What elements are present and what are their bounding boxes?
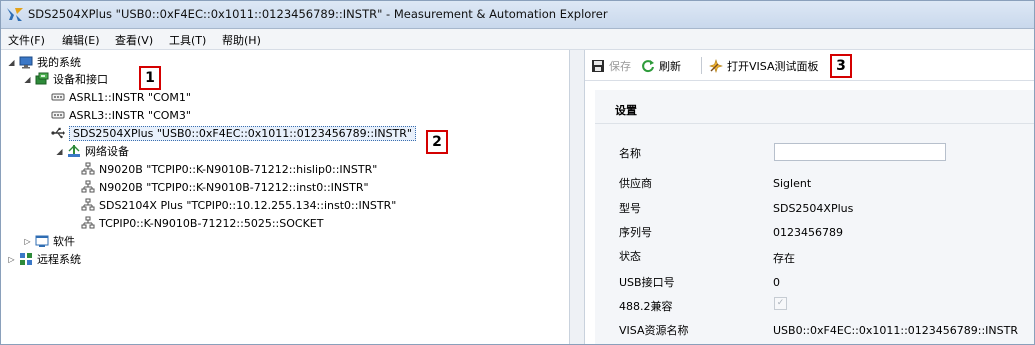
tree-label: 我的系统 bbox=[37, 56, 81, 69]
compliant-label: 488.2兼容 bbox=[619, 300, 673, 313]
title-bar: SDS2504XPlus "USB0::0xF4EC::0x1011::0123… bbox=[1, 1, 1034, 29]
tree-item-network-device[interactable]: SDS2104X Plus "TCPIP0::10.12.255.134::in… bbox=[81, 197, 396, 213]
usb-interface-label: USB接口号 bbox=[619, 276, 675, 289]
serial-value: 0123456789 bbox=[773, 226, 843, 239]
details-pane: 保存 刷新 打开VISA测试面板 3 设置 名称 供应商 Siglent 型号 … bbox=[585, 50, 1034, 344]
collapse-triangle-icon[interactable]: ◢ bbox=[23, 71, 32, 87]
config-tree: ◢ 我的系统 ◢ 设备和接口 ASRL1::INSTR "COM1" ASRL3… bbox=[1, 50, 570, 344]
remote-systems-icon bbox=[19, 252, 33, 266]
toolbar-separator bbox=[701, 57, 702, 74]
vendor-value: Siglent bbox=[773, 177, 812, 190]
tree-label: 设备和接口 bbox=[53, 73, 108, 86]
tree-item-my-system[interactable]: ◢ 我的系统 bbox=[7, 54, 81, 70]
collapse-triangle-icon[interactable]: ◢ bbox=[7, 54, 16, 70]
settings-header: 设置 bbox=[595, 90, 1034, 124]
tree-label: 软件 bbox=[53, 235, 75, 248]
expand-triangle-icon[interactable]: ▷ bbox=[23, 233, 32, 249]
refresh-icon bbox=[641, 59, 655, 73]
tree-label: 远程系统 bbox=[37, 253, 81, 266]
callout-badge-2: 2 bbox=[426, 130, 448, 154]
tree-item-network-device[interactable]: N9020B "TCPIP0::K-N9010B-71212::hislip0:… bbox=[81, 161, 377, 177]
save-button[interactable]: 保存 bbox=[591, 58, 631, 74]
network-node-icon bbox=[81, 216, 95, 230]
menu-help[interactable]: 帮助(H) bbox=[222, 32, 261, 48]
vendor-label: 供应商 bbox=[619, 177, 652, 190]
save-label: 保存 bbox=[609, 60, 631, 73]
tree-item-network-device[interactable]: N9020B "TCPIP0::K-N9010B-71212::inst0::I… bbox=[81, 179, 369, 195]
settings-panel: 设置 名称 供应商 Siglent 型号 SDS2504XPlus 序列号 01… bbox=[595, 90, 1034, 344]
usb-interface-value: 0 bbox=[773, 276, 780, 289]
callout-badge-1: 1 bbox=[139, 66, 161, 90]
refresh-button[interactable]: 刷新 bbox=[641, 58, 681, 74]
network-node-icon bbox=[81, 198, 95, 212]
serial-port-icon bbox=[51, 90, 65, 104]
tree-item-software[interactable]: ▷ 软件 bbox=[23, 233, 75, 249]
name-label: 名称 bbox=[619, 147, 641, 160]
open-visa-test-panel-button[interactable]: 打开VISA测试面板 bbox=[709, 58, 818, 74]
menu-view[interactable]: 查看(V) bbox=[115, 32, 153, 48]
save-icon bbox=[591, 59, 605, 73]
tree-label: ASRL1::INSTR "COM1" bbox=[69, 90, 191, 104]
tree-label: N9020B "TCPIP0::K-N9010B-71212::hislip0:… bbox=[99, 162, 378, 176]
tree-item-asrl1[interactable]: ASRL1::INSTR "COM1" bbox=[39, 89, 191, 105]
menu-file[interactable]: 文件(F) bbox=[8, 32, 45, 48]
status-value: 存在 bbox=[773, 252, 795, 265]
serial-port-icon bbox=[51, 108, 65, 122]
tree-item-network-devices[interactable]: ◢ 网络设备 bbox=[55, 143, 129, 159]
tree-item-asrl3[interactable]: ASRL3::INSTR "COM3" bbox=[39, 107, 191, 123]
tree-label: ASRL3::INSTR "COM3" bbox=[69, 108, 191, 122]
network-node-icon bbox=[81, 180, 95, 194]
devices-interfaces-icon bbox=[35, 72, 49, 86]
collapse-triangle-icon[interactable]: ◢ bbox=[55, 143, 64, 159]
tree-label: N9020B "TCPIP0::K-N9010B-71212::inst0::I… bbox=[99, 180, 369, 194]
toolbar: 保存 刷新 打开VISA测试面板 3 bbox=[585, 50, 1034, 81]
menu-tools[interactable]: 工具(T) bbox=[169, 32, 206, 48]
network-node-icon bbox=[81, 162, 95, 176]
pane-splitter[interactable] bbox=[570, 50, 585, 344]
model-value: SDS2504XPlus bbox=[773, 202, 854, 215]
tree-item-usb-device[interactable]: SDS2504XPlus "USB0::0xF4EC::0x1011::0123… bbox=[39, 125, 416, 141]
visa-name-label: VISA资源名称 bbox=[619, 324, 689, 337]
menu-edit[interactable]: 编辑(E) bbox=[62, 32, 100, 48]
tree-item-devices-interfaces[interactable]: ◢ 设备和接口 bbox=[23, 71, 108, 87]
checkmark-icon: ✓ bbox=[776, 298, 785, 308]
tree-label: TCPIP0::K-N9010B-71212::5025::SOCKET bbox=[99, 216, 324, 230]
settings-title: 设置 bbox=[615, 104, 637, 117]
status-label: 状态 bbox=[619, 250, 641, 263]
tree-label: SDS2104X Plus "TCPIP0::10.12.255.134::in… bbox=[99, 198, 397, 212]
refresh-label: 刷新 bbox=[659, 60, 681, 73]
compliant-checkbox[interactable]: ✓ bbox=[774, 297, 787, 310]
visa-name-value: USB0::0xF4EC::0x1011::0123456789::INSTR bbox=[773, 324, 1018, 337]
mai-app-icon bbox=[7, 8, 23, 21]
software-icon bbox=[35, 234, 49, 248]
tree-label: 网络设备 bbox=[85, 145, 129, 158]
visa-test-panel-icon bbox=[709, 59, 723, 73]
tree-label: SDS2504XPlus "USB0::0xF4EC::0x1011::0123… bbox=[69, 125, 416, 141]
tree-item-network-device[interactable]: TCPIP0::K-N9010B-71212::5025::SOCKET bbox=[81, 215, 323, 231]
tree-item-remote-systems[interactable]: ▷ 远程系统 bbox=[7, 251, 81, 267]
open-visa-label: 打开VISA测试面板 bbox=[727, 60, 819, 73]
name-field[interactable] bbox=[774, 143, 946, 161]
computer-icon bbox=[19, 55, 33, 69]
menu-bar: 文件(F) 编辑(E) 查看(V) 工具(T) 帮助(H) bbox=[1, 29, 1034, 50]
serial-label: 序列号 bbox=[619, 226, 652, 239]
expand-triangle-icon[interactable]: ▷ bbox=[7, 251, 16, 267]
network-devices-icon bbox=[67, 144, 81, 158]
usb-icon bbox=[51, 126, 65, 140]
app-window: SDS2504XPlus "USB0::0xF4EC::0x1011::0123… bbox=[0, 0, 1035, 345]
model-label: 型号 bbox=[619, 202, 641, 215]
window-title: SDS2504XPlus "USB0::0xF4EC::0x1011::0123… bbox=[28, 7, 608, 21]
callout-badge-3: 3 bbox=[830, 54, 852, 78]
